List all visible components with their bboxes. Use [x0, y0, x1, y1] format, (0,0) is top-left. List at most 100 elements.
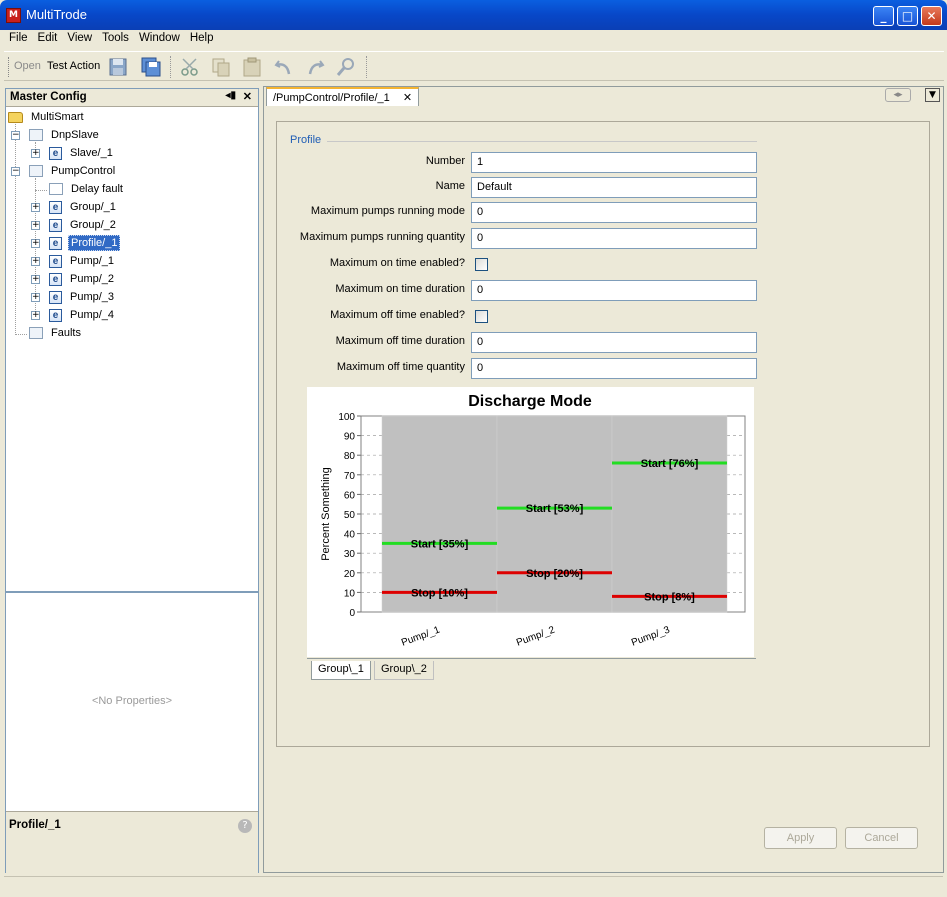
- app-icon: M: [6, 8, 21, 23]
- max-off-duration-field[interactable]: 0: [471, 332, 757, 353]
- close-panel-icon[interactable]: ✕: [243, 90, 252, 103]
- expand-icon[interactable]: +: [31, 239, 40, 248]
- tree-item-pump-4[interactable]: e Pump/_4: [49, 306, 116, 324]
- stop-level-label: Stop [20%]: [526, 568, 583, 580]
- element-icon: e: [49, 290, 62, 304]
- range-bar: [611, 415, 728, 613]
- section-divider: [327, 141, 757, 142]
- start-level-label: Start [53%]: [526, 503, 584, 515]
- window-title: MultiTrode: [26, 7, 87, 22]
- expand-icon[interactable]: +: [31, 203, 40, 212]
- menu-view[interactable]: View: [62, 31, 97, 45]
- undo-icon[interactable]: [273, 56, 295, 78]
- element-icon: e: [49, 272, 62, 286]
- name-field[interactable]: Default: [471, 177, 757, 198]
- max-on-enabled-checkbox[interactable]: [475, 258, 488, 271]
- properties-footer: Profile/_1 ?: [6, 811, 258, 873]
- close-button[interactable]: ✕: [921, 6, 942, 26]
- apply-button[interactable]: Apply: [764, 827, 837, 849]
- module-icon: [29, 327, 43, 340]
- menu-window[interactable]: Window: [134, 31, 185, 45]
- tree-item-delay-fault[interactable]: Delay fault: [49, 180, 125, 198]
- stop-level-label: Stop [10%]: [411, 587, 468, 599]
- start-level-label: Start [35%]: [411, 538, 469, 550]
- x-tick-label: Pump/_1: [400, 624, 442, 648]
- tree-item-pump-1[interactable]: e Pump/_1: [49, 252, 116, 270]
- range-bar: [381, 415, 498, 613]
- redo-icon[interactable]: [304, 56, 326, 78]
- max-off-duration-row: Maximum off time duration 0: [283, 332, 757, 354]
- find-icon[interactable]: [335, 56, 357, 78]
- paste-icon[interactable]: [241, 56, 263, 78]
- tree-item-profile-1[interactable]: e Profile/_1: [49, 234, 121, 252]
- toolbar-grip[interactable]: [8, 57, 10, 77]
- max-pumps-mode-label: Maximum pumps running mode: [310, 205, 465, 217]
- expand-icon[interactable]: +: [31, 275, 40, 284]
- cut-icon[interactable]: [179, 56, 201, 78]
- menu-bar: File Edit View Tools Window Help: [4, 31, 944, 49]
- expand-icon[interactable]: +: [31, 149, 40, 158]
- folder-open-icon: [8, 111, 23, 123]
- max-off-quantity-field[interactable]: 0: [471, 358, 757, 379]
- max-off-duration-label: Maximum off time duration: [335, 335, 465, 347]
- tab-menu-icon[interactable]: ▼: [925, 88, 940, 102]
- element-icon: e: [49, 146, 62, 160]
- name-row: Name Default: [283, 177, 757, 199]
- help-icon[interactable]: ?: [238, 819, 252, 833]
- cancel-button[interactable]: Cancel: [845, 827, 918, 849]
- y-tick-label: 20: [344, 569, 356, 580]
- tab-group-2[interactable]: Group\_2: [374, 661, 434, 680]
- element-icon: e: [49, 308, 62, 322]
- max-on-enabled-row: Maximum on time enabled?: [283, 254, 757, 276]
- tree-item-group-2[interactable]: e Group/_2: [49, 216, 118, 234]
- open-button[interactable]: Open: [14, 60, 41, 72]
- y-tick-label: 70: [344, 471, 356, 482]
- tree-item-pump-3[interactable]: e Pump/_3: [49, 288, 116, 306]
- tree-item-dnpslave[interactable]: DnpSlave: [29, 126, 101, 144]
- max-pumps-mode-field[interactable]: 0: [471, 202, 757, 223]
- tree-item-faults[interactable]: Faults: [29, 324, 83, 342]
- collapse-icon[interactable]: −: [11, 131, 20, 140]
- tree-item-multismart[interactable]: MultiSmart: [8, 108, 86, 126]
- minimize-panel-icon[interactable]: ◂▮: [225, 90, 236, 101]
- menu-help[interactable]: Help: [185, 31, 219, 45]
- max-on-duration-label: Maximum on time duration: [335, 283, 465, 295]
- fault-icon: [49, 183, 63, 196]
- minimize-button[interactable]: _: [873, 6, 894, 26]
- tree-item-slave-1[interactable]: e Slave/_1: [49, 144, 115, 162]
- collapse-icon[interactable]: −: [11, 167, 20, 176]
- expand-icon[interactable]: +: [31, 311, 40, 320]
- y-tick-label: 90: [344, 432, 356, 443]
- save-icon[interactable]: [107, 56, 129, 78]
- properties-panel: <No Properties> Profile/_1 ?: [5, 592, 259, 873]
- maximize-button[interactable]: □: [897, 6, 918, 26]
- max-on-duration-field[interactable]: 0: [471, 280, 757, 301]
- element-icon: e: [49, 200, 62, 214]
- status-bar: [4, 876, 943, 894]
- tab-profile-1[interactable]: /PumpControl/Profile/_1 ✕: [266, 87, 420, 106]
- copy-icon[interactable]: [210, 56, 232, 78]
- expand-icon[interactable]: +: [31, 221, 40, 230]
- max-off-quantity-row: Maximum off time quantity 0: [283, 358, 757, 380]
- test-action-button[interactable]: Test Action: [47, 60, 100, 72]
- menu-edit[interactable]: Edit: [33, 31, 63, 45]
- max-pumps-quantity-field[interactable]: 0: [471, 228, 757, 249]
- tab-group-1[interactable]: Group\_1: [311, 661, 371, 680]
- menu-file[interactable]: File: [4, 31, 33, 45]
- expand-icon[interactable]: +: [31, 257, 40, 266]
- tree-item-group-1[interactable]: e Group/_1: [49, 198, 118, 216]
- y-axis-label: Percent Something: [320, 467, 332, 561]
- close-tab-icon[interactable]: ✕: [403, 92, 412, 104]
- element-icon: e: [49, 236, 62, 250]
- save-all-icon[interactable]: [140, 56, 162, 78]
- element-icon: e: [49, 218, 62, 232]
- tree-item-pumpcontrol[interactable]: PumpControl: [29, 162, 117, 180]
- x-tick-label: Pump/_2: [515, 624, 557, 648]
- menu-tools[interactable]: Tools: [97, 31, 134, 45]
- tab-scroll-icon[interactable]: ◂▸: [885, 88, 911, 102]
- number-field[interactable]: 1: [471, 152, 757, 173]
- expand-icon[interactable]: +: [31, 293, 40, 302]
- max-off-enabled-checkbox[interactable]: [475, 310, 488, 323]
- tree-item-pump-2[interactable]: e Pump/_2: [49, 270, 116, 288]
- y-tick-label: 100: [338, 412, 355, 423]
